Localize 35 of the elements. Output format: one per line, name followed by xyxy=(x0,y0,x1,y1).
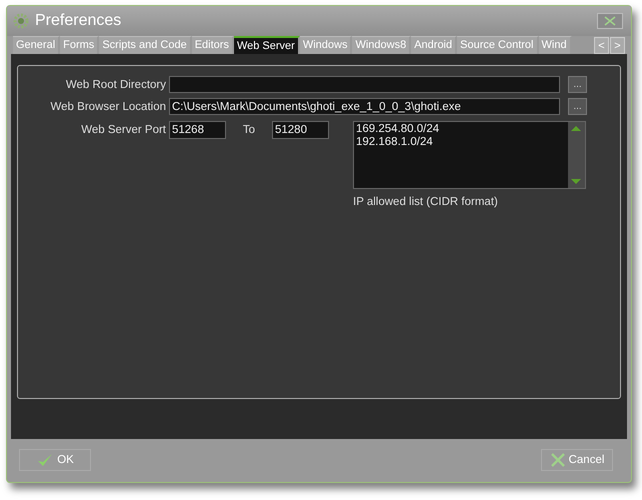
tab[interactable]: Windows8 xyxy=(352,36,412,54)
tab[interactable]: Windows xyxy=(300,36,352,54)
check-icon xyxy=(36,452,54,468)
browse-button[interactable]: ... xyxy=(568,76,587,93)
browse-button[interactable]: ... xyxy=(568,98,587,115)
tab[interactable]: Scripts and Code xyxy=(99,36,192,54)
tab[interactable]: Editors xyxy=(192,36,234,54)
tab[interactable]: Wind xyxy=(538,36,572,54)
field-label: Web Server Port xyxy=(80,124,167,136)
close-button[interactable] xyxy=(597,13,623,29)
scrollbar[interactable] xyxy=(568,122,585,188)
tab[interactable]: Web Server xyxy=(234,36,300,54)
gear-icon xyxy=(13,13,29,29)
close-icon xyxy=(604,16,616,26)
port-field[interactable]: 51268 xyxy=(169,121,226,139)
path-field[interactable]: C:\Users\Mark\Documents\ghoti_exe_1_0_0_3\ghoti.exe xyxy=(169,98,560,115)
field-label: Web Root Directory xyxy=(64,78,167,90)
ok-button[interactable]: OK xyxy=(19,449,91,471)
field-label: To xyxy=(242,124,256,136)
path-field[interactable] xyxy=(169,76,560,93)
port-field[interactable]: 51280 xyxy=(272,121,329,139)
list-caption: IP allowed list (CIDR format) xyxy=(353,196,499,208)
window-title: Preferences xyxy=(35,12,122,30)
tab[interactable]: Forms xyxy=(60,36,100,54)
field-label: Web Browser Location xyxy=(50,100,167,112)
cancel-button[interactable]: Cancel xyxy=(541,449,613,471)
tab[interactable]: General xyxy=(13,36,60,54)
tab[interactable]: Source Control xyxy=(457,36,538,54)
tab-scroll-button[interactable]: < xyxy=(594,37,609,54)
cross-icon xyxy=(550,452,566,468)
list-item[interactable]: 192.168.1.0/24 xyxy=(356,136,566,149)
tab[interactable]: Android xyxy=(411,36,458,54)
list-item[interactable]: 169.254.80.0/24 xyxy=(356,123,566,136)
tab-scroll-button[interactable]: > xyxy=(610,37,625,54)
ip-list[interactable]: 169.254.80.0/24 192.168.1.0/24 xyxy=(353,121,586,189)
